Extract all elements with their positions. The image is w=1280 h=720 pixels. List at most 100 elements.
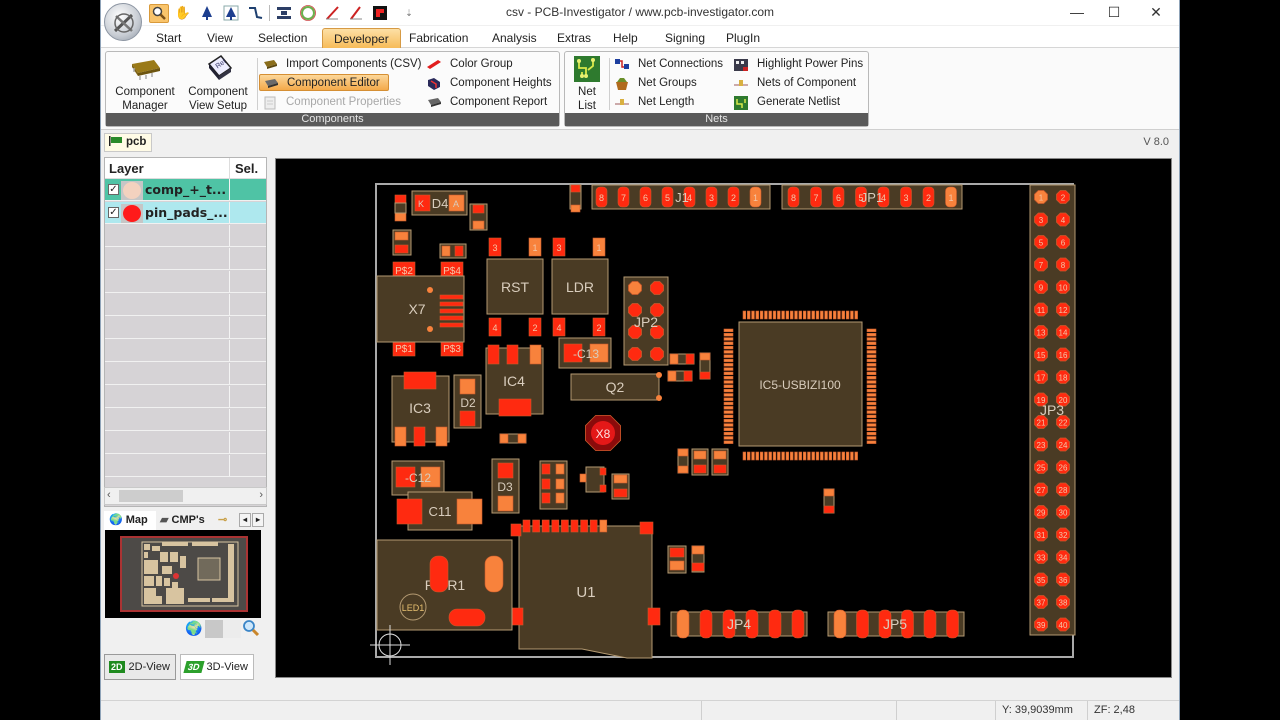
document-tab-pcb[interactable]: pcb bbox=[104, 133, 152, 152]
nets-of-component-button[interactable]: Nets of Component bbox=[733, 74, 856, 91]
pad bbox=[394, 244, 409, 254]
tab-map[interactable]: 🌍 Map bbox=[104, 511, 156, 530]
pad bbox=[693, 450, 707, 460]
app-menu-button[interactable] bbox=[104, 3, 142, 41]
flag-icon[interactable] bbox=[370, 4, 390, 23]
pin-number: 1 bbox=[1039, 194, 1044, 203]
layer-row[interactable]: ✓ pin_pads_... bbox=[105, 202, 266, 224]
pad bbox=[723, 397, 734, 401]
color-group-button[interactable]: Color Group bbox=[426, 55, 513, 72]
pad bbox=[517, 433, 527, 444]
generate-netlist-button[interactable]: Generate Netlist bbox=[733, 93, 840, 110]
net-length-button[interactable]: Net Length bbox=[614, 93, 694, 110]
minimap-viewport-frame[interactable] bbox=[120, 536, 248, 612]
tab-scroll-right-button[interactable]: ▸ bbox=[252, 513, 264, 527]
pad bbox=[448, 608, 486, 627]
layer-column-header[interactable]: Layer bbox=[109, 161, 144, 176]
tab-analysis[interactable]: Analysis bbox=[484, 28, 545, 49]
pad bbox=[677, 448, 689, 457]
tab-fabrication[interactable]: Fabrication bbox=[401, 28, 476, 49]
tab-extras[interactable]: Extras bbox=[549, 28, 599, 49]
nets-of-component-label: Nets of Component bbox=[757, 76, 857, 89]
pin-number: 8 bbox=[1061, 261, 1066, 270]
arrow-up-boxed-icon[interactable] bbox=[221, 4, 241, 23]
pad bbox=[723, 406, 734, 410]
pin-number: 17 bbox=[1037, 374, 1046, 383]
tab-scroll-left-button[interactable]: ◂ bbox=[239, 513, 251, 527]
close-button[interactable]: ✕ bbox=[1136, 2, 1176, 22]
align-icon[interactable] bbox=[274, 4, 294, 23]
pin-number: 3 bbox=[1039, 216, 1044, 225]
layer-color-swatch[interactable] bbox=[121, 204, 143, 223]
scroll-left-icon[interactable]: ‹ bbox=[107, 489, 111, 501]
minimap-color-swatch[interactable] bbox=[223, 620, 241, 638]
tab-view[interactable]: View bbox=[199, 28, 241, 49]
component-editor-button[interactable]: Component Editor bbox=[259, 74, 389, 91]
tab-developer[interactable]: Developer bbox=[322, 28, 401, 49]
component-manager-button[interactable]: Component Manager bbox=[114, 56, 176, 113]
magnifier-icon[interactable] bbox=[242, 619, 260, 640]
tab-start[interactable]: Start bbox=[148, 28, 189, 49]
pcb-drawing[interactable]: 8 7 6 5 4 3 2 1J1 8 7 6 5 4 3 2 1JP1 1 23 45 67 89 1011 1213 14… bbox=[276, 159, 1173, 679]
trace-route-icon[interactable] bbox=[245, 4, 265, 23]
pin-number: 18 bbox=[1059, 374, 1068, 383]
import-components-csv-button[interactable]: Import Components (CSV) bbox=[262, 55, 422, 72]
component-view-setup-label-1: Component bbox=[188, 86, 248, 98]
net-groups-button[interactable]: Net Groups bbox=[614, 74, 697, 91]
tab-plugin[interactable]: PlugIn bbox=[718, 28, 768, 49]
component-heights-button[interactable]: Component Heights bbox=[426, 74, 552, 91]
component-properties-button[interactable]: Component Properties bbox=[262, 93, 401, 110]
pad bbox=[439, 315, 464, 321]
customize-qat-icon[interactable]: ⇣ bbox=[394, 4, 424, 23]
minimize-button[interactable]: — bbox=[1057, 2, 1097, 22]
scrollbar-thumb[interactable] bbox=[119, 490, 183, 502]
component-report-button[interactable]: Component Report bbox=[426, 93, 547, 110]
3d-view-button[interactable]: 3D 3D-View bbox=[180, 654, 254, 680]
overview-minimap[interactable] bbox=[105, 530, 261, 618]
arrow-up-icon[interactable] bbox=[197, 4, 217, 23]
2d-view-button[interactable]: 2D 2D-View bbox=[104, 654, 176, 680]
pad bbox=[723, 393, 734, 397]
empty-row bbox=[105, 294, 266, 316]
tab-cmps[interactable]: ▰ CMP's bbox=[158, 511, 216, 530]
highlight-power-pins-button[interactable]: Highlight Power Pins bbox=[733, 55, 863, 72]
sel-column-header[interactable]: Sel. bbox=[235, 161, 258, 176]
circle-pad-icon[interactable] bbox=[298, 4, 318, 23]
net-groups-icon bbox=[614, 77, 630, 90]
component-view-setup-button[interactable]: Ref Component View Setup bbox=[184, 55, 252, 113]
pad bbox=[785, 310, 790, 320]
hand-tool-icon[interactable]: ✋ bbox=[173, 4, 193, 23]
layer-visible-checkbox[interactable]: ✓ bbox=[108, 207, 119, 218]
pcb-canvas[interactable]: 8 7 6 5 4 3 2 1 J1 8 7 6 5 4 3 2 1 JP1 1 2 3 4 5 6 7 8 9 10 11 12 13 14… bbox=[275, 158, 1172, 678]
pad bbox=[723, 384, 734, 388]
label-u1: U1 bbox=[576, 584, 595, 601]
label-jp3: JP3 bbox=[1040, 402, 1064, 418]
color-group-icon bbox=[426, 58, 442, 70]
maximize-button[interactable]: ☐ bbox=[1094, 2, 1134, 22]
net-connections-button[interactable]: Net Connections bbox=[614, 55, 723, 72]
pad bbox=[866, 363, 877, 367]
layer-horizontal-scrollbar[interactable]: ‹ › bbox=[104, 487, 267, 505]
measure-icon[interactable] bbox=[322, 4, 342, 23]
pad bbox=[677, 465, 689, 474]
pad bbox=[561, 519, 569, 533]
scroll-right-icon[interactable]: › bbox=[259, 489, 263, 501]
pad bbox=[866, 406, 877, 410]
layer-visible-checkbox[interactable]: ✓ bbox=[108, 184, 119, 195]
tab-signing[interactable]: Signing bbox=[657, 28, 713, 49]
zoom-tool-icon[interactable] bbox=[149, 3, 169, 23]
label-ic3: IC3 bbox=[409, 400, 431, 416]
net-list-button[interactable]: Net List bbox=[569, 56, 605, 113]
layer-color-swatch[interactable] bbox=[121, 181, 143, 200]
minimap-color-swatch[interactable] bbox=[205, 620, 223, 638]
tab-nets[interactable]: ⊸ bbox=[218, 511, 236, 530]
pin-number: 9 bbox=[1039, 284, 1044, 293]
tab-help[interactable]: Help bbox=[605, 28, 646, 49]
pad bbox=[866, 440, 877, 444]
globe-icon[interactable]: 🌍 bbox=[185, 620, 202, 637]
tab-selection[interactable]: Selection bbox=[250, 28, 315, 49]
pin-number: 34 bbox=[1059, 554, 1068, 563]
measure-angle-icon[interactable] bbox=[346, 4, 366, 23]
layer-row[interactable]: ✓ comp_+_t... bbox=[105, 179, 266, 201]
pad bbox=[669, 547, 685, 558]
